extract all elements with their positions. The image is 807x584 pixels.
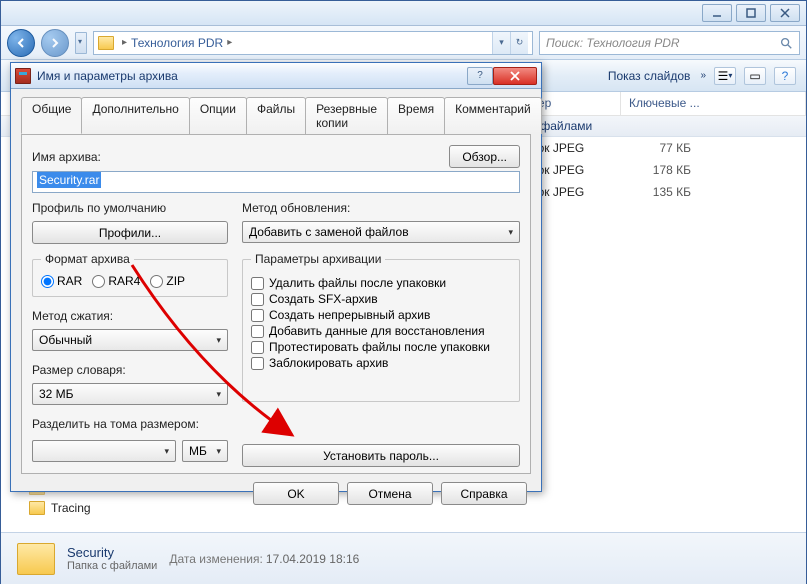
split-unit-dropdown[interactable]: МБ bbox=[182, 440, 228, 462]
tab-general[interactable]: Общие bbox=[21, 97, 82, 134]
archive-format-group: Формат архива RAR RAR4 ZIP bbox=[32, 252, 228, 297]
forward-button[interactable] bbox=[41, 29, 69, 57]
path-dropdown-icon[interactable]: ▾ bbox=[492, 32, 510, 54]
update-method-dropdown[interactable]: Добавить с заменой файлов bbox=[242, 221, 520, 243]
address-bar: ▸ Технология PDR ▸ ▾ ↻ Поиск: Технология… bbox=[1, 26, 806, 60]
set-password-button[interactable]: Установить пароль... bbox=[242, 444, 520, 467]
param-solid[interactable]: Создать непрерывный архив bbox=[251, 308, 511, 322]
compression-dropdown[interactable]: Обычный bbox=[32, 329, 228, 351]
update-method-label: Метод обновления: bbox=[242, 201, 520, 215]
param-sfx[interactable]: Создать SFX-архив bbox=[251, 292, 511, 306]
back-button[interactable] bbox=[7, 29, 35, 57]
folder-icon bbox=[17, 543, 55, 575]
dict-size-label: Размер словаря: bbox=[32, 363, 228, 377]
close-button[interactable] bbox=[770, 4, 800, 22]
archive-name-input[interactable]: Security.rar bbox=[32, 171, 520, 193]
format-rar4-radio[interactable]: RAR4 bbox=[92, 274, 140, 288]
view-options-button[interactable]: ☰▾ bbox=[714, 67, 736, 85]
dialog-help-button[interactable]: ? bbox=[467, 67, 493, 85]
rar-icon bbox=[15, 68, 31, 84]
archive-name-label: Имя архива: bbox=[32, 150, 101, 164]
preview-pane-button[interactable]: ▭ bbox=[744, 67, 766, 85]
chevron-right-icon: ▸ bbox=[227, 37, 232, 48]
param-test[interactable]: Протестировать файлы после упаковки bbox=[251, 340, 511, 354]
refresh-icon[interactable]: ↻ bbox=[510, 32, 528, 54]
search-placeholder: Поиск: Технология PDR bbox=[546, 36, 680, 50]
param-recovery[interactable]: Добавить данные для восстановления bbox=[251, 324, 511, 338]
default-profile-label: Профиль по умолчанию bbox=[32, 201, 228, 215]
search-input[interactable]: Поиск: Технология PDR bbox=[539, 31, 800, 55]
archive-options-dialog: Имя и параметры архива ? Общие Дополните… bbox=[10, 62, 542, 492]
format-rar-radio[interactable]: RAR bbox=[41, 274, 82, 288]
param-lock[interactable]: Заблокировать архив bbox=[251, 356, 511, 370]
column-keywords[interactable]: Ключевые ... bbox=[621, 92, 806, 115]
breadcrumb[interactable]: ▸ Технология PDR ▸ ▾ ↻ bbox=[93, 31, 533, 55]
maximize-button[interactable] bbox=[736, 4, 766, 22]
recent-locations-dropdown[interactable] bbox=[75, 32, 87, 54]
chevron-right-icon: » bbox=[700, 70, 706, 81]
help-button[interactable]: ? bbox=[774, 67, 796, 85]
format-zip-radio[interactable]: ZIP bbox=[150, 274, 185, 288]
chevron-right-icon: ▸ bbox=[122, 37, 127, 48]
dict-size-dropdown[interactable]: 32 МБ bbox=[32, 383, 228, 405]
search-icon bbox=[779, 36, 793, 50]
breadcrumb-folder[interactable]: Технология PDR bbox=[131, 36, 223, 50]
profiles-button[interactable]: Профили... bbox=[32, 221, 228, 244]
slideshow-button[interactable]: Показ слайдов bbox=[608, 69, 691, 83]
tab-time[interactable]: Время bbox=[387, 97, 445, 134]
ok-button[interactable]: OK bbox=[253, 482, 339, 505]
dialog-footer: OK Отмена Справка bbox=[11, 482, 541, 515]
archive-params-legend: Параметры архивации bbox=[251, 252, 385, 266]
dialog-titlebar[interactable]: Имя и параметры архива ? bbox=[11, 63, 541, 89]
help-button[interactable]: Справка bbox=[441, 482, 527, 505]
details-meta: Дата изменения: 17.04.2019 18:16 bbox=[169, 552, 359, 566]
tab-files[interactable]: Файлы bbox=[246, 97, 306, 134]
cancel-button[interactable]: Отмена bbox=[347, 482, 433, 505]
tab-strip: Общие Дополнительно Опции Файлы Резервны… bbox=[11, 89, 541, 134]
folder-icon bbox=[98, 36, 114, 50]
tab-backup[interactable]: Резервные копии bbox=[305, 97, 388, 134]
details-pane: Security Папка с файлами Дата изменения:… bbox=[1, 532, 806, 584]
dialog-title: Имя и параметры архива bbox=[37, 69, 467, 83]
browse-button[interactable]: Обзор... bbox=[449, 145, 520, 168]
compression-label: Метод сжатия: bbox=[32, 309, 228, 323]
archive-format-legend: Формат архива bbox=[41, 252, 134, 266]
split-size-combobox[interactable] bbox=[32, 440, 176, 462]
window-titlebar bbox=[1, 1, 806, 26]
tab-comment[interactable]: Комментарий bbox=[444, 97, 542, 134]
split-label: Разделить на тома размером: bbox=[32, 417, 228, 431]
archive-params-group: Параметры архивации Удалить файлы после … bbox=[242, 252, 520, 402]
minimize-button[interactable] bbox=[702, 4, 732, 22]
dialog-close-button[interactable] bbox=[493, 67, 537, 85]
param-delete-after[interactable]: Удалить файлы после упаковки bbox=[251, 276, 511, 290]
details-subtitle: Папка с файлами bbox=[67, 560, 157, 572]
tab-advanced[interactable]: Дополнительно bbox=[81, 97, 189, 134]
tab-options[interactable]: Опции bbox=[189, 97, 247, 134]
details-name: Security bbox=[67, 545, 157, 560]
tab-panel-general: Имя архива: Обзор... Security.rar Профил… bbox=[21, 134, 531, 474]
